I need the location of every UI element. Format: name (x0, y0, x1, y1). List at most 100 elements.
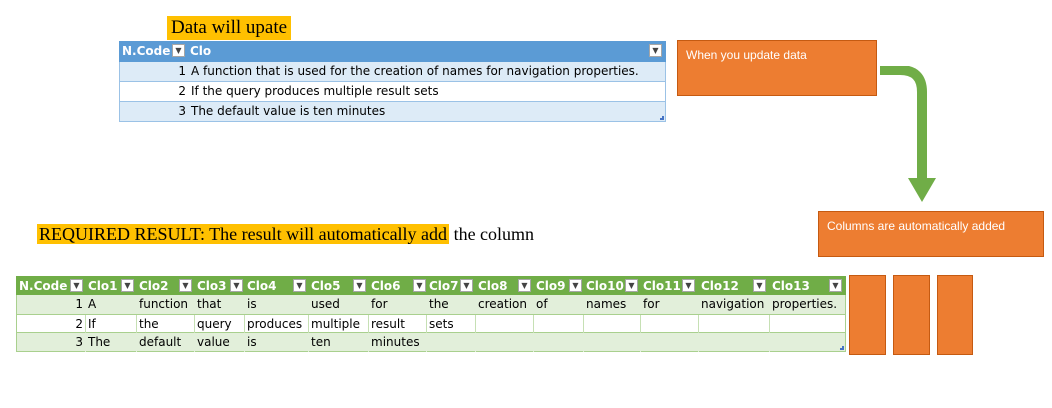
chevron-down-icon[interactable]: ▼ (569, 279, 582, 292)
cell-clo5: used (309, 295, 369, 314)
header-clo8: Clo8 (478, 279, 508, 293)
cell-clo9 (534, 333, 584, 352)
result-table-header: N.Code ▼ Clo1 ▼ Clo2 ▼ Clo3 ▼ Clo4 ▼ Clo… (16, 276, 846, 295)
table-row: 2 If the query produces multiple result … (119, 81, 666, 102)
table-row: 1 A function that is used for the creati… (16, 295, 846, 314)
cell-clo: If the query produces multiple result se… (191, 84, 439, 98)
header-clo1: Clo1 (88, 279, 118, 293)
cell-clo1: A (86, 295, 137, 314)
cell-clo10 (584, 333, 641, 352)
cell-clo2: default (137, 333, 195, 352)
cell-clo8 (476, 315, 534, 334)
cell-clo10 (584, 315, 641, 334)
chevron-down-icon[interactable]: ▼ (460, 279, 473, 292)
cell-clo7 (427, 333, 476, 352)
chevron-down-icon[interactable]: ▼ (353, 279, 366, 292)
header-clo2: Clo2 (139, 279, 169, 293)
cell-ncode: 1 (17, 295, 86, 314)
table-resize-handle[interactable] (840, 346, 844, 350)
chevron-down-icon[interactable]: ▼ (753, 279, 766, 292)
cell-clo7: sets (427, 315, 476, 334)
chevron-down-icon[interactable]: ▼ (413, 279, 426, 292)
chevron-down-icon[interactable]: ▼ (293, 279, 306, 292)
title-required-result: REQUIRED RESULT: The result will automat… (37, 222, 534, 246)
chevron-down-icon[interactable]: ▼ (172, 44, 185, 57)
callout-update-data: When you update data (677, 40, 877, 96)
cell-clo2: function (137, 295, 195, 314)
cell-clo4: is (245, 295, 309, 314)
added-column-shape (849, 275, 886, 355)
result-table: N.Code ▼ Clo1 ▼ Clo2 ▼ Clo3 ▼ Clo4 ▼ Clo… (16, 276, 846, 352)
chevron-down-icon[interactable]: ▼ (829, 279, 842, 292)
chevron-down-icon[interactable]: ▼ (230, 279, 243, 292)
header-clo: Clo (190, 44, 212, 58)
cell-clo4: is (245, 333, 309, 352)
header-clo3: Clo3 (197, 279, 227, 293)
chevron-down-icon[interactable]: ▼ (649, 44, 662, 57)
cell-clo1: The (86, 333, 137, 352)
header-clo13: Clo13 (772, 279, 810, 293)
cell-clo13: properties. (772, 297, 838, 311)
cell-clo13 (770, 315, 845, 334)
cell-clo7: the (427, 295, 476, 314)
table-row: 2 If the query produces multiple result … (16, 314, 846, 334)
cell-clo6: for (369, 295, 427, 314)
cell-clo: The default value is ten minutes (191, 104, 386, 118)
cell-clo9 (534, 315, 584, 334)
header-clo11: Clo11 (643, 279, 681, 293)
title-data-will-update: Data will upate (167, 16, 292, 40)
cell-clo3: query (195, 315, 245, 334)
cell-clo6: result (369, 315, 427, 334)
cell-ncode: 3 (17, 333, 86, 352)
cell-clo4: produces (245, 315, 309, 334)
cell-ncode: 1 (178, 64, 186, 78)
cell-ncode: 2 (178, 84, 186, 98)
cell-clo9: of (534, 295, 584, 314)
cell-clo8: creation (476, 295, 534, 314)
table-row: 3 The default value is ten minutes (119, 102, 666, 122)
cell-clo8 (476, 333, 534, 352)
added-column-shape (893, 275, 930, 355)
cell-clo3: that (195, 295, 245, 314)
header-clo6: Clo6 (371, 279, 401, 293)
cell-clo6: minutes (369, 333, 427, 352)
down-arrow-icon (880, 66, 936, 202)
header-clo12: Clo12 (701, 279, 739, 293)
table-row: 3 The default value is ten minutes (16, 333, 846, 352)
callout-columns-added: Columns are automatically added (818, 211, 1044, 257)
chevron-down-icon[interactable]: ▼ (121, 279, 134, 292)
cell-clo11 (641, 315, 699, 334)
cell-clo1: If (86, 315, 137, 334)
cell-clo10: names (584, 295, 641, 314)
header-clo10: Clo10 (586, 279, 624, 293)
cell-clo: A function that is used for the creation… (191, 64, 639, 78)
cell-clo2: the (137, 315, 195, 334)
cell-clo12 (699, 315, 770, 334)
cell-clo5: ten (309, 333, 369, 352)
added-column-shape (937, 275, 973, 355)
header-clo9: Clo9 (536, 279, 566, 293)
header-clo4: Clo4 (247, 279, 277, 293)
cell-clo13 (770, 333, 845, 352)
cell-ncode: 2 (17, 315, 86, 334)
chevron-down-icon[interactable]: ▼ (625, 279, 638, 292)
cell-ncode: 3 (178, 104, 186, 118)
cell-clo12: navigation (699, 295, 770, 314)
chevron-down-icon[interactable]: ▼ (179, 279, 192, 292)
cell-clo3: value (195, 333, 245, 352)
chevron-down-icon[interactable]: ▼ (682, 279, 695, 292)
cell-clo5: multiple (309, 315, 369, 334)
header-clo5: Clo5 (311, 279, 341, 293)
table-resize-handle[interactable] (660, 116, 664, 120)
title-required-result-highlight: REQUIRED RESULT: The result will automat… (37, 224, 450, 244)
cell-clo11 (641, 333, 699, 352)
cell-clo11: for (641, 295, 699, 314)
source-table-header: N.Code ▼ Clo ▼ (119, 41, 666, 62)
chevron-down-icon[interactable]: ▼ (70, 279, 83, 292)
table-row: 1 A function that is used for the creati… (119, 62, 666, 81)
header-clo7: Clo7 (429, 279, 459, 293)
chevron-down-icon[interactable]: ▼ (518, 279, 531, 292)
title-required-result-rest: the column (449, 224, 535, 244)
cell-clo12 (699, 333, 770, 352)
source-table: N.Code ▼ Clo ▼ 1 A function that is used… (119, 41, 666, 122)
